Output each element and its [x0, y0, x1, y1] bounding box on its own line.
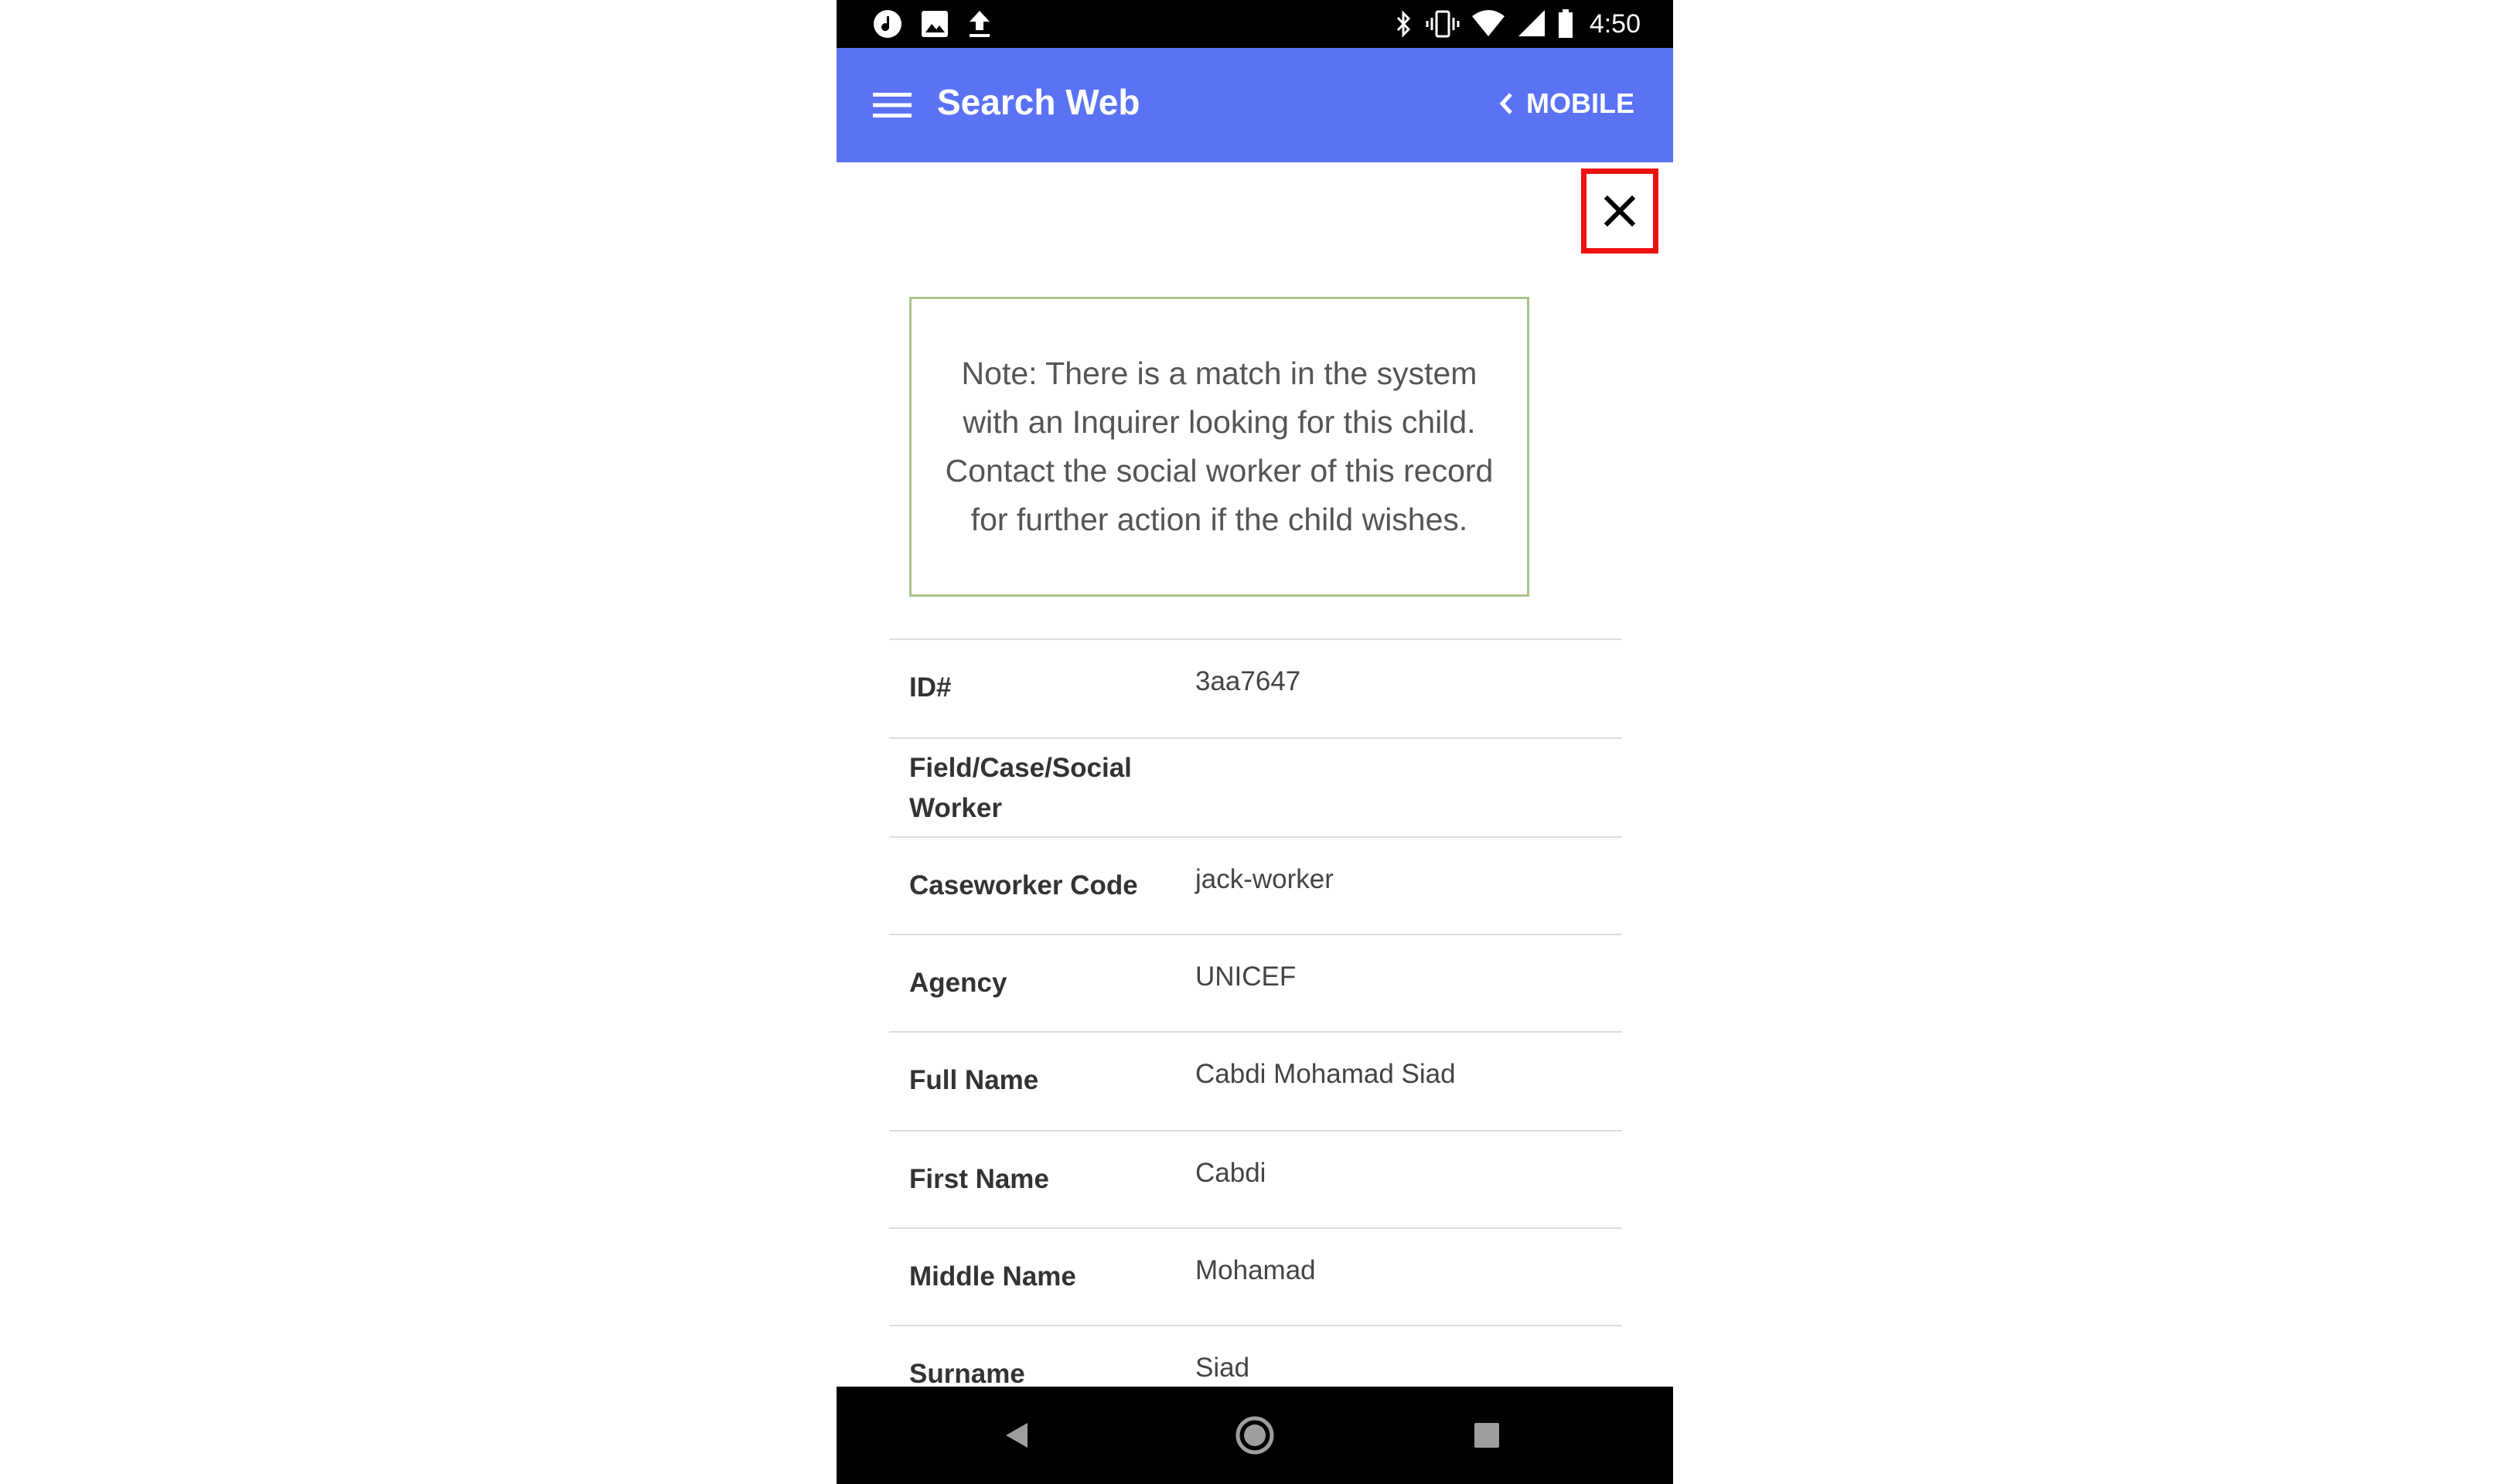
- detail-value: Cabdi Mohamad Siad: [1195, 1059, 1456, 1089]
- music-icon: [872, 9, 903, 39]
- page-title: Search Web: [937, 82, 1140, 122]
- detail-row-worker: Field/Case/Social Worker: [889, 737, 1622, 836]
- system-icons: 4:50: [1392, 8, 1641, 40]
- detail-value: UNICEF: [1195, 962, 1297, 992]
- detail-row-full-name: Full Name Cabdi Mohamad Siad: [889, 1031, 1622, 1130]
- status-bar: 4:50: [837, 0, 1673, 48]
- detail-value: Siad: [1195, 1353, 1250, 1383]
- home-button[interactable]: [1229, 1410, 1280, 1461]
- detail-row-caseworker-code: Caseworker Code jack-worker: [889, 836, 1622, 934]
- image-icon: [920, 9, 949, 39]
- detail-label: Caseworker Code: [909, 870, 1138, 900]
- detail-row-agency: Agency UNICEF: [889, 934, 1622, 1031]
- mobile-view-button[interactable]: MOBILE: [1498, 82, 1634, 125]
- clock: 4:50: [1589, 9, 1641, 39]
- home-circle-icon: [1235, 1416, 1274, 1455]
- detail-label: First Name: [909, 1164, 1049, 1194]
- wifi-icon: [1471, 9, 1506, 39]
- close-icon: [1604, 196, 1635, 226]
- mobile-view-label: MOBILE: [1526, 87, 1634, 119]
- hamburger-menu-icon: [873, 93, 912, 117]
- detail-label: Agency: [909, 968, 1007, 998]
- vibrate-icon: [1426, 9, 1460, 39]
- upload-icon: [966, 9, 993, 39]
- signal-icon: [1517, 9, 1546, 39]
- recents-button[interactable]: [1461, 1410, 1512, 1461]
- match-note-text: Note: There is a match in the system wit…: [945, 356, 1494, 537]
- detail-label: Field/Case/Social Worker: [909, 753, 1132, 823]
- detail-label: Middle Name: [909, 1261, 1076, 1292]
- menu-button[interactable]: [872, 85, 912, 125]
- close-button[interactable]: [1581, 168, 1658, 254]
- detail-row-first-name: First Name Cabdi: [889, 1130, 1622, 1227]
- back-button[interactable]: [991, 1410, 1042, 1461]
- detail-row-id: ID# 3aa7647: [889, 638, 1622, 737]
- notification-icons: [872, 8, 993, 40]
- recents-square-icon: [1474, 1423, 1499, 1448]
- back-triangle-icon: [1006, 1423, 1028, 1448]
- navigation-bar: [837, 1387, 1673, 1484]
- record-details: ID# 3aa7647 Field/Case/Social Worker Cas…: [889, 638, 1622, 1422]
- detail-label: Full Name: [909, 1065, 1039, 1095]
- app-bar: Search Web MOBILE: [837, 48, 1673, 162]
- detail-value: Mohamad: [1195, 1255, 1316, 1285]
- detail-value: 3aa7647: [1195, 666, 1301, 696]
- chevron-left-icon: [1499, 93, 1512, 114]
- match-note: Note: There is a match in the system wit…: [909, 297, 1529, 597]
- detail-value: jack-worker: [1195, 864, 1334, 894]
- bluetooth-icon: [1392, 9, 1415, 39]
- battery-icon: [1557, 9, 1574, 39]
- detail-value: Cabdi: [1195, 1158, 1266, 1188]
- detail-row-middle-name: Middle Name Mohamad: [889, 1227, 1622, 1325]
- detail-label: ID#: [909, 672, 952, 703]
- phone-screen: 4:50 Search Web MOBILE Note: There is a …: [837, 0, 1673, 1484]
